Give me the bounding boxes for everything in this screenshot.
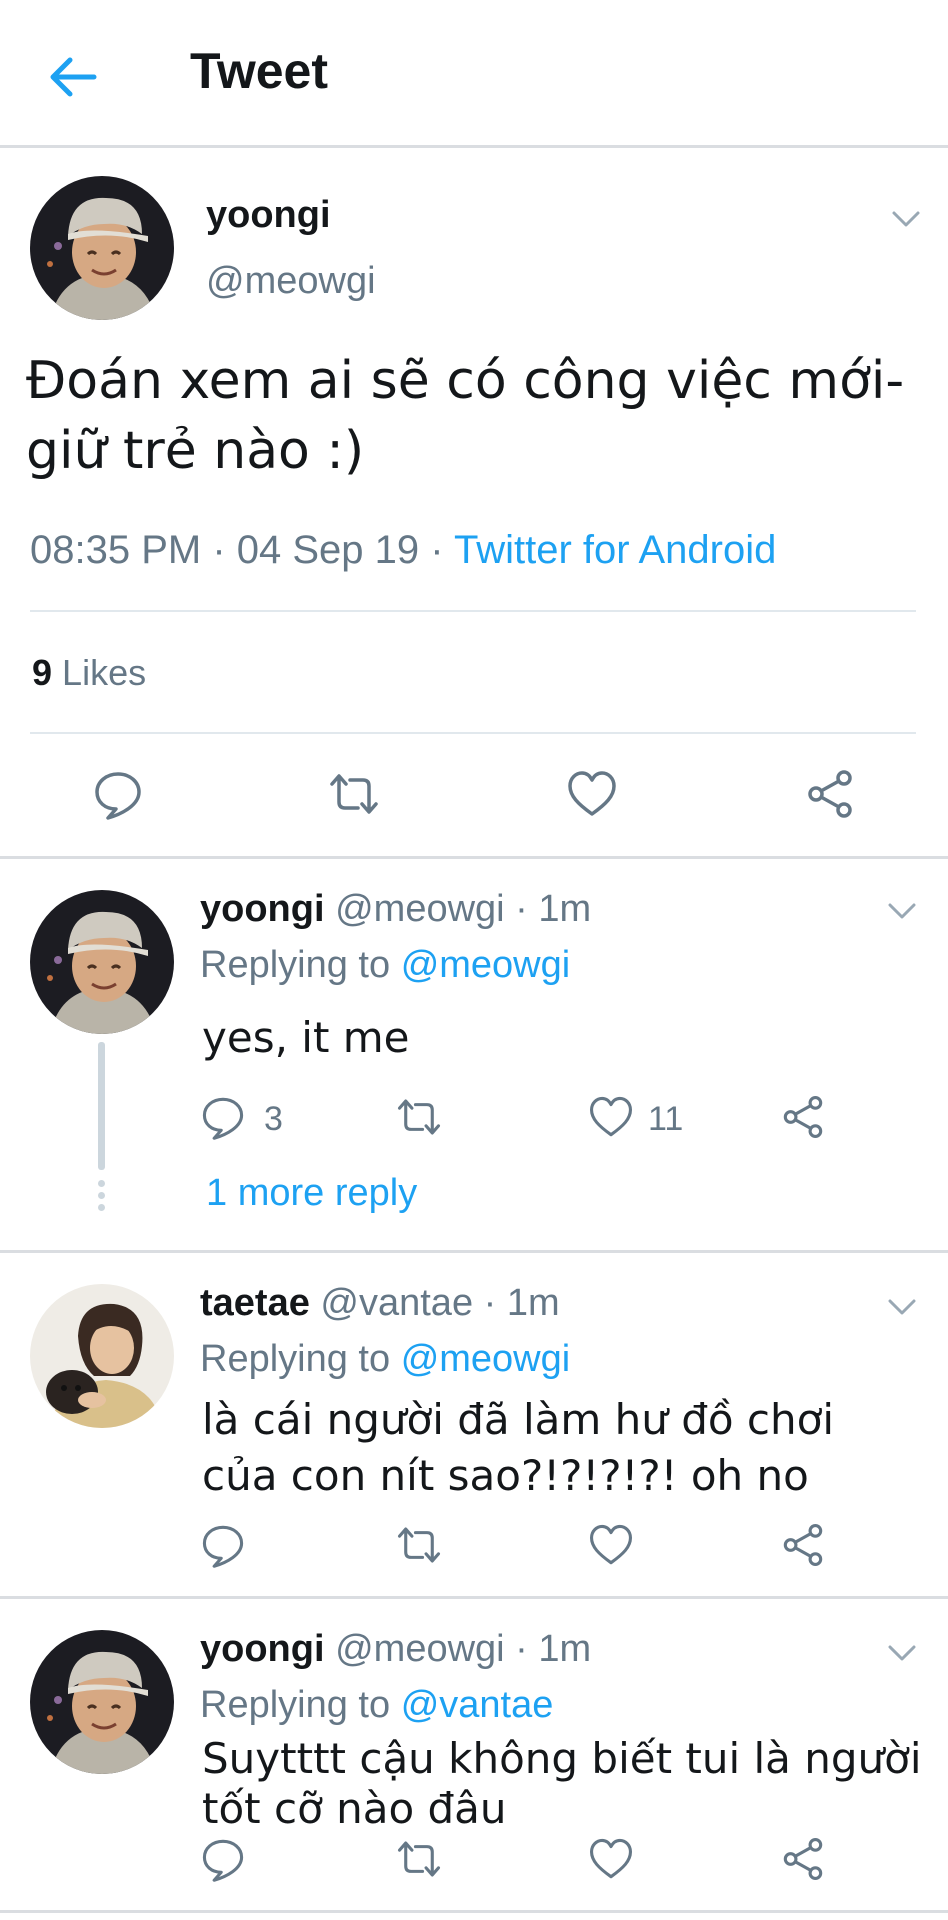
handle-time: @meowgi · 1m xyxy=(335,1628,592,1670)
tweet-text: Đoán xem ai sẽ có công việc mới-giữ trẻ … xyxy=(26,351,905,481)
replying-label: Replying to xyxy=(200,1684,391,1726)
share-icon[interactable] xyxy=(804,768,856,820)
share-icon[interactable] xyxy=(780,1522,826,1568)
heart-icon[interactable] xyxy=(588,1836,634,1882)
likes-label: Likes xyxy=(62,652,147,693)
author-name: yoongi xyxy=(200,888,325,930)
chevron-down-icon[interactable] xyxy=(888,200,924,236)
replying-label: Replying to xyxy=(200,1338,391,1380)
reply-text: yes, it me xyxy=(202,1013,410,1062)
mention-link[interactable]: @meowgi xyxy=(401,1338,571,1380)
likes-summary[interactable]: 9 Likes xyxy=(32,652,146,694)
chevron-down-icon[interactable] xyxy=(884,1634,920,1670)
retweet-icon[interactable] xyxy=(396,1836,442,1882)
avatar[interactable] xyxy=(30,176,174,320)
reply-header[interactable]: taetae @vantae · 1m xyxy=(200,1282,560,1325)
section-separator xyxy=(0,1910,948,1913)
retweet-icon[interactable] xyxy=(396,1522,442,1568)
share-icon[interactable] xyxy=(780,1094,826,1140)
back-arrow-icon[interactable] xyxy=(46,50,100,104)
retweet-icon[interactable] xyxy=(328,768,380,820)
handle-time: @vantae · 1m xyxy=(320,1282,560,1324)
page-title: Tweet xyxy=(190,43,328,99)
likes-count: 9 xyxy=(32,652,53,693)
avatar[interactable] xyxy=(30,890,174,1034)
thread-dot xyxy=(98,1204,105,1211)
author-handle[interactable]: @meowgi xyxy=(206,260,376,303)
thread-line xyxy=(98,1042,105,1170)
author-name: taetae xyxy=(200,1282,310,1324)
section-separator xyxy=(0,856,948,859)
retweet-icon[interactable] xyxy=(396,1094,442,1140)
divider xyxy=(30,732,916,734)
mention-link[interactable]: @meowgi xyxy=(401,944,571,986)
author-name[interactable]: yoongi xyxy=(206,194,331,237)
chevron-down-icon[interactable] xyxy=(884,1288,920,1324)
section-separator xyxy=(0,1250,948,1253)
handle-time: @meowgi · 1m xyxy=(335,888,592,930)
reply-text: là cái người đã làm hư đồ chơi của con n… xyxy=(202,1395,835,1500)
replying-to: Replying to @vantae xyxy=(200,1684,553,1727)
section-separator xyxy=(0,1596,948,1599)
chevron-down-icon[interactable] xyxy=(884,892,920,928)
reply-icon[interactable] xyxy=(92,768,144,820)
heart-icon[interactable] xyxy=(566,768,618,820)
reply-count: 3 xyxy=(264,1100,283,1138)
reply-icon[interactable] xyxy=(200,1522,246,1568)
heart-icon[interactable] xyxy=(588,1522,634,1568)
replying-to: Replying to @meowgi xyxy=(200,1338,570,1381)
share-icon[interactable] xyxy=(780,1836,826,1882)
thread-dot xyxy=(98,1192,105,1199)
reply-header[interactable]: yoongi @meowgi · 1m xyxy=(200,888,591,931)
author-name: yoongi xyxy=(200,1628,325,1670)
avatar[interactable] xyxy=(30,1284,174,1428)
replying-label: Replying to xyxy=(200,944,391,986)
tweet-meta: 08:35 PM · 04 Sep 19 · Twitter for Andro… xyxy=(30,528,776,573)
reply-icon[interactable] xyxy=(200,1094,246,1140)
reply-icon[interactable] xyxy=(200,1836,246,1882)
avatar[interactable] xyxy=(30,1630,174,1774)
thread-dot xyxy=(98,1180,105,1187)
more-replies-link[interactable]: 1 more reply xyxy=(206,1172,417,1215)
reply-header[interactable]: yoongi @meowgi · 1m xyxy=(200,1628,591,1671)
mention-link[interactable]: @vantae xyxy=(401,1684,554,1726)
divider xyxy=(30,610,916,612)
tweet-source-link[interactable]: Twitter for Android xyxy=(454,528,776,572)
top-app-bar xyxy=(0,0,948,148)
replying-to: Replying to @meowgi xyxy=(200,944,570,987)
like-count: 11 xyxy=(648,1100,684,1138)
reply-text: Suytttt cậu không biết tui là người tốt … xyxy=(202,1734,922,1833)
tweet-timestamp: 08:35 PM · 04 Sep 19 · xyxy=(30,528,454,572)
heart-icon[interactable] xyxy=(588,1094,634,1140)
